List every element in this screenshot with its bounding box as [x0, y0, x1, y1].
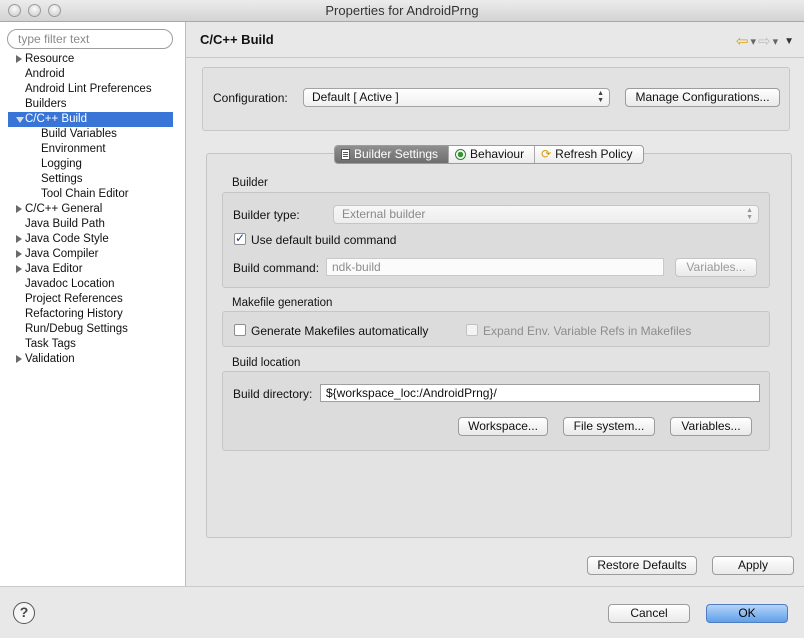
expand-arrow-icon[interactable] — [16, 55, 22, 63]
tree-item-project-references[interactable]: Project References — [0, 292, 185, 307]
radio-icon — [455, 149, 467, 160]
generate-makefiles-label[interactable]: Generate Makefiles automatically — [251, 324, 428, 338]
build-command-input[interactable] — [326, 258, 664, 276]
builder-group: Builder type: External builder ▲▼ Use de… — [222, 192, 770, 288]
cancel-button[interactable]: Cancel — [608, 604, 690, 623]
makefile-group: Generate Makefiles automatically Expand … — [222, 311, 770, 347]
builder-type-select[interactable]: External builder ▲ ▼ — [333, 205, 759, 224]
location-variables-button[interactable]: Variables... — [670, 417, 752, 436]
tree-item-java-build-path[interactable]: Java Build Path — [0, 217, 185, 232]
expand-env-refs-checkbox[interactable] — [466, 324, 478, 336]
build-location-group-title: Build location — [232, 357, 301, 369]
ok-button[interactable]: OK — [706, 604, 788, 623]
apply-button[interactable]: Apply — [712, 556, 794, 575]
property-tree: Resource Android Android Lint Preference… — [0, 52, 185, 367]
use-default-build-command-checkbox[interactable] — [234, 231, 246, 245]
configuration-box: Configuration: Default [ Active ] ▲ ▼ Man… — [202, 67, 790, 131]
tab-behaviour[interactable]: Behaviour — [449, 146, 536, 163]
tab-panel: Builder Builder type: External builder ▲… — [206, 153, 792, 538]
workspace-button[interactable]: Workspace... — [458, 417, 548, 436]
sidebar: Resource Android Android Lint Preference… — [0, 22, 186, 586]
expand-env-refs-label[interactable]: Expand Env. Variable Refs in Makefiles — [483, 324, 691, 338]
tree-item-cpp-general[interactable]: C/C++ General — [0, 202, 185, 217]
tree-item-tool-chain-editor[interactable]: Tool Chain Editor — [0, 187, 185, 202]
close-window-icon[interactable] — [8, 4, 21, 17]
expand-arrow-icon[interactable] — [16, 355, 22, 363]
tree-item-refactoring-history[interactable]: Refactoring History — [0, 307, 185, 322]
tree-item-environment[interactable]: Environment — [0, 142, 185, 157]
restore-defaults-button[interactable]: Restore Defaults — [587, 556, 697, 575]
build-directory-input[interactable] — [320, 384, 760, 402]
tab-refresh-policy[interactable]: ⟳ Refresh Policy — [535, 146, 642, 163]
build-location-group: Build directory: Workspace... File syste… — [222, 371, 770, 451]
tree-item-task-tags[interactable]: Task Tags — [0, 337, 185, 352]
zoom-window-icon[interactable] — [48, 4, 61, 17]
file-system-button[interactable]: File system... — [563, 417, 655, 436]
tree-item-android[interactable]: Android — [0, 67, 185, 82]
forward-arrow-icon[interactable]: ⇨ — [758, 32, 771, 50]
tree-item-settings[interactable]: Settings — [0, 172, 185, 187]
select-arrows-icon: ▲ ▼ — [597, 90, 604, 104]
main-panel: C/C++ Build ⇦ ▾ ⇨ ▾ ▼ Configuration: Def… — [186, 22, 804, 586]
tree-item-javadoc-location[interactable]: Javadoc Location — [0, 277, 185, 292]
expand-arrow-icon[interactable] — [16, 265, 22, 273]
header-divider — [186, 57, 804, 58]
title-bar: Properties for AndroidPrng — [0, 0, 804, 22]
filter-input[interactable] — [7, 29, 173, 49]
tree-item-logging[interactable]: Logging — [0, 157, 185, 172]
tree-item-resource[interactable]: Resource — [0, 52, 185, 67]
collapse-arrow-icon[interactable] — [16, 117, 24, 123]
tree-item-build-variables[interactable]: Build Variables — [0, 127, 185, 142]
builder-tabs: Builder Settings Behaviour ⟳ Refresh Pol… — [334, 145, 644, 164]
tree-item-java-code-style[interactable]: Java Code Style — [0, 232, 185, 247]
help-icon[interactable]: ? — [13, 602, 35, 624]
expand-arrow-icon[interactable] — [16, 235, 22, 243]
minimize-window-icon[interactable] — [28, 4, 41, 17]
refresh-icon: ⟳ — [541, 147, 552, 161]
builder-variables-button[interactable]: Variables... — [675, 258, 757, 277]
expand-arrow-icon[interactable] — [16, 205, 22, 213]
builder-type-label: Builder type: — [233, 208, 300, 222]
navigation-controls: ⇦ ▾ ⇨ ▾ ▼ — [736, 32, 794, 50]
use-default-build-command-label[interactable]: Use default build command — [251, 233, 396, 247]
manage-configurations-button[interactable]: Manage Configurations... — [625, 88, 780, 107]
tree-item-run-debug-settings[interactable]: Run/Debug Settings — [0, 322, 185, 337]
tree-item-java-compiler[interactable]: Java Compiler — [0, 247, 185, 262]
page-title: C/C++ Build — [200, 32, 274, 47]
tab-builder-settings[interactable]: Builder Settings — [335, 146, 450, 163]
view-menu-icon[interactable]: ▼ — [784, 36, 794, 47]
configuration-label: Configuration: — [213, 91, 288, 105]
back-history-dropdown-icon[interactable]: ▾ — [750, 35, 756, 48]
dialog-footer: ? Cancel OK — [0, 586, 804, 638]
tree-item-cpp-build[interactable]: C/C++ Build — [8, 112, 173, 127]
select-arrows-icon: ▲ ▼ — [746, 207, 753, 221]
tree-item-android-lint-preferences[interactable]: Android Lint Preferences — [0, 82, 185, 97]
document-icon — [341, 149, 350, 160]
configuration-select[interactable]: Default [ Active ] ▲ ▼ — [303, 88, 610, 107]
build-command-label: Build command: — [233, 261, 320, 275]
tree-item-validation[interactable]: Validation — [0, 352, 185, 367]
tree-item-builders[interactable]: Builders — [0, 97, 185, 112]
tree-item-java-editor[interactable]: Java Editor — [0, 262, 185, 277]
generate-makefiles-checkbox[interactable] — [234, 324, 246, 336]
back-arrow-icon[interactable]: ⇦ — [736, 32, 749, 50]
build-directory-label: Build directory: — [233, 387, 313, 401]
expand-arrow-icon[interactable] — [16, 250, 22, 258]
window-title: Properties for AndroidPrng — [325, 3, 479, 18]
forward-history-dropdown-icon[interactable]: ▾ — [773, 35, 779, 48]
builder-group-title: Builder — [232, 177, 268, 189]
makefile-group-title: Makefile generation — [232, 297, 333, 309]
